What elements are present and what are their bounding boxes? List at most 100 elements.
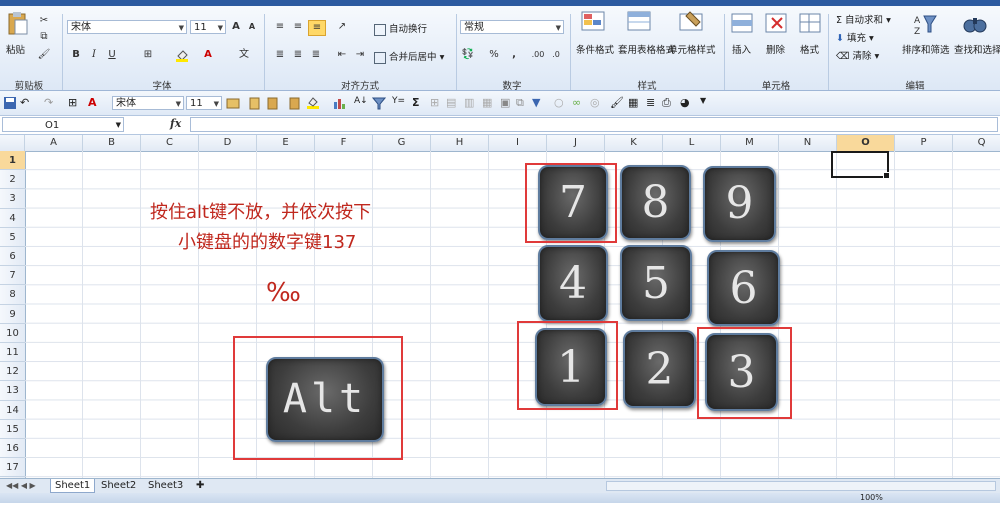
paste-values-icon[interactable] xyxy=(288,96,302,110)
paste-button[interactable] xyxy=(6,10,28,36)
format-as-table-button[interactable] xyxy=(624,10,654,37)
select-all-corner[interactable] xyxy=(0,135,25,151)
row-header-17[interactable]: 17 xyxy=(0,458,25,478)
row-header-8[interactable]: 8 xyxy=(0,285,25,305)
copy-format-icon[interactable] xyxy=(248,96,262,110)
row-header-15[interactable]: 15 xyxy=(0,420,25,439)
column-header-m[interactable]: M xyxy=(721,135,779,151)
save-icon[interactable] xyxy=(3,96,17,110)
column-header-b[interactable]: B xyxy=(83,135,141,151)
grow-font-icon[interactable]: A xyxy=(228,20,244,34)
align-center-icon[interactable]: ≣ xyxy=(290,48,306,62)
insert-function-icon[interactable]: fx xyxy=(170,117,186,132)
sheet-tab-2[interactable]: Sheet2 xyxy=(97,479,140,493)
paste-special-icon[interactable] xyxy=(266,96,280,110)
copy-sheet-icon[interactable]: ⧉ xyxy=(516,96,530,110)
column-header-e[interactable]: E xyxy=(257,135,315,151)
column-header-o[interactable]: O xyxy=(837,135,895,151)
column-header-n[interactable]: N xyxy=(779,135,837,151)
format-icon[interactable] xyxy=(226,96,240,110)
table-format-icon[interactable]: ▦ xyxy=(628,96,642,110)
row-header-11[interactable]: 11 xyxy=(0,343,25,363)
fill-color-icon[interactable] xyxy=(174,48,190,62)
border-icon[interactable]: ⊞ xyxy=(68,96,82,110)
column-header-d[interactable]: D xyxy=(199,135,257,151)
qat-font-select[interactable]: 宋体 ▼ xyxy=(112,96,184,110)
row-header-14[interactable]: 14 xyxy=(0,401,25,420)
selected-cell[interactable] xyxy=(831,151,890,179)
percent-icon[interactable]: % xyxy=(486,48,502,62)
currency-icon[interactable]: 💱 xyxy=(460,48,476,62)
subtotal-icon[interactable]: Y= xyxy=(392,96,406,110)
bold-button[interactable]: B xyxy=(68,48,84,62)
column-header-g[interactable]: G xyxy=(373,135,431,151)
find-select-button[interactable] xyxy=(962,12,988,39)
column-header-i[interactable]: I xyxy=(489,135,547,151)
font-size-select[interactable]: 11 ▼ xyxy=(190,20,226,34)
autosum-button[interactable]: Σ 自动求和 ▾ xyxy=(836,12,891,26)
cell-styles-button[interactable] xyxy=(676,10,706,37)
align-top-icon[interactable]: ≡ xyxy=(272,20,288,34)
qat-size-select[interactable]: 11 ▼ xyxy=(186,96,222,110)
decrease-indent-icon[interactable]: ⇤ xyxy=(334,48,350,62)
brush-icon[interactable]: 🖌 xyxy=(610,96,624,110)
circle-icon[interactable]: ○ xyxy=(554,96,568,110)
formula-input[interactable] xyxy=(190,117,998,132)
number-format-select[interactable]: 常规 ▼ xyxy=(460,20,564,34)
wrap-text-button[interactable]: 自动换行 xyxy=(374,21,427,36)
shrink-font-icon[interactable]: A xyxy=(244,20,260,34)
row-header-6[interactable]: 6 xyxy=(0,247,25,267)
copy-icon[interactable]: ⧉ xyxy=(36,30,52,44)
row-header-1[interactable]: 1 xyxy=(0,151,25,171)
filter-icon[interactable] xyxy=(371,96,387,110)
row-header-3[interactable]: 3 xyxy=(0,189,25,209)
format-painter-icon[interactable]: 🖌 xyxy=(36,48,52,62)
column-icon[interactable]: ▥ xyxy=(464,96,478,110)
undo-icon[interactable]: ↶ xyxy=(20,96,34,110)
fill-button[interactable]: ⬇ 填充 ▾ xyxy=(836,30,874,44)
horizontal-scrollbar[interactable] xyxy=(606,481,996,491)
fill-icon[interactable] xyxy=(306,96,320,110)
italic-button[interactable]: I xyxy=(86,48,102,62)
column-header-h[interactable]: H xyxy=(431,135,489,151)
preview-icon[interactable]: ◎ xyxy=(590,96,604,110)
link-icon[interactable]: ∞ xyxy=(572,96,586,110)
insert-cells-button[interactable] xyxy=(730,12,754,37)
increase-indent-icon[interactable]: ⇥ xyxy=(352,48,368,62)
underline-button[interactable]: U xyxy=(104,48,120,62)
row-icon[interactable]: ▤ xyxy=(446,96,460,110)
align-icon[interactable]: ≣ xyxy=(646,96,660,110)
row-header-16[interactable]: 16 xyxy=(0,439,25,459)
column-header-j[interactable]: J xyxy=(547,135,605,151)
column-header-p[interactable]: P xyxy=(895,135,953,151)
grid-icon[interactable]: ⊞ xyxy=(430,96,444,110)
sort-filter-button[interactable]: AZ xyxy=(912,12,938,39)
column-header-a[interactable]: A xyxy=(25,135,83,151)
fill-handle[interactable] xyxy=(883,172,890,179)
font-color-icon[interactable]: A xyxy=(88,96,102,110)
sheet-icon[interactable]: ▣ xyxy=(500,96,514,110)
column-header-f[interactable]: F xyxy=(315,135,373,151)
column-header-l[interactable]: L xyxy=(663,135,721,151)
align-left-icon[interactable]: ≣ xyxy=(272,48,288,62)
column-header-c[interactable]: C xyxy=(141,135,199,151)
chart-icon[interactable] xyxy=(332,96,346,110)
column-header-q[interactable]: Q xyxy=(953,135,1000,151)
name-box[interactable]: O1 ▼ xyxy=(2,117,124,132)
clear-button[interactable]: ⌫ 清除 ▾ xyxy=(836,48,879,62)
comma-icon[interactable]: , xyxy=(506,48,522,62)
row-header-9[interactable]: 9 xyxy=(0,305,25,324)
phonetic-icon[interactable]: 文 xyxy=(236,48,252,62)
row-header-12[interactable]: 12 xyxy=(0,362,25,382)
sheet-tab-3[interactable]: Sheet3 xyxy=(144,479,187,493)
row-header-10[interactable]: 10 xyxy=(0,324,25,343)
sheet-nav-arrows[interactable]: ◀◀ ◀ ▶ ▶▶ xyxy=(2,479,48,504)
align-middle-icon[interactable]: ≡ xyxy=(290,20,306,34)
row-header-2[interactable]: 2 xyxy=(0,170,25,190)
print-icon[interactable]: ⎙ xyxy=(662,96,676,110)
column-header-k[interactable]: K xyxy=(605,135,663,151)
conditional-format-button[interactable] xyxy=(578,10,608,37)
format-cells-button[interactable] xyxy=(798,12,822,37)
customize-qat-icon[interactable]: ▼ xyxy=(700,96,714,110)
orientation-icon[interactable]: ↗ xyxy=(334,20,350,34)
